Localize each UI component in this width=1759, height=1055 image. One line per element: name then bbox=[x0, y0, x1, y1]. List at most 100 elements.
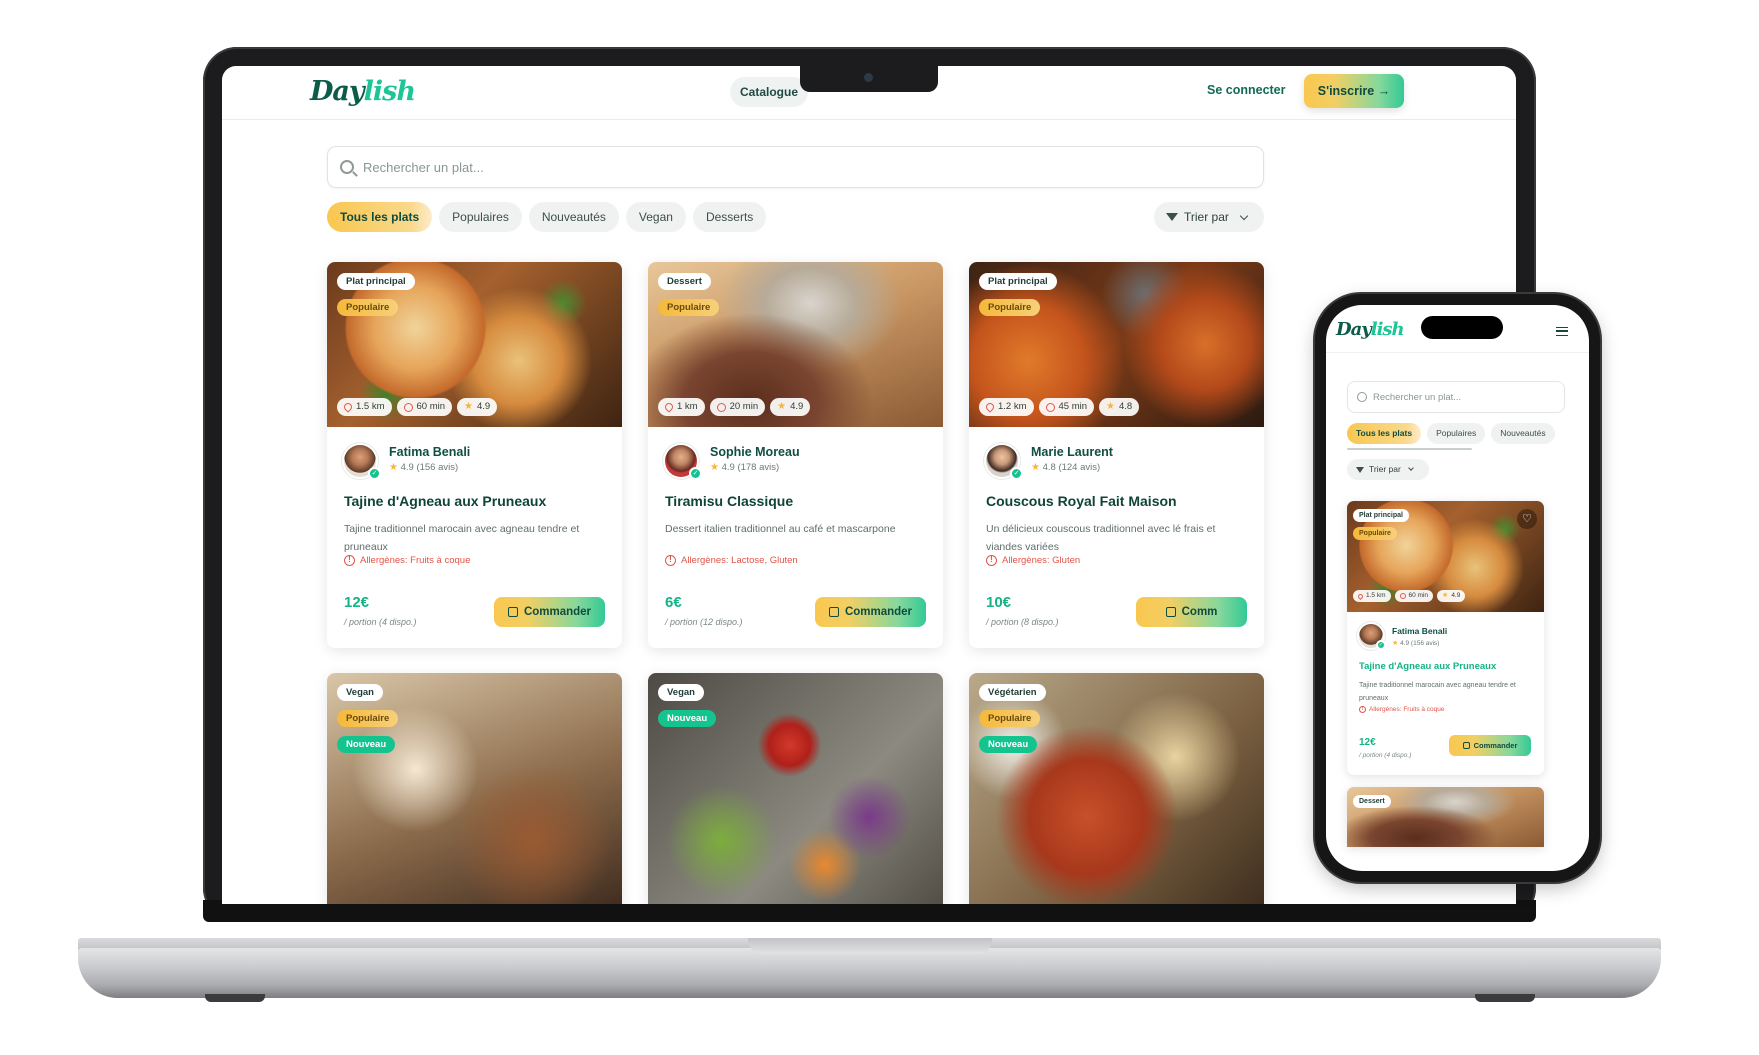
time-stat: 60 min bbox=[396, 398, 453, 416]
bag-icon bbox=[1165, 607, 1176, 617]
logo[interactable]: Daylish bbox=[310, 76, 416, 107]
logo-accent: lish bbox=[1370, 319, 1405, 340]
laptop-base bbox=[78, 948, 1661, 998]
new-badge: Nouveau bbox=[658, 710, 717, 727]
dish-image bbox=[969, 673, 1264, 904]
order-button[interactable]: Commander bbox=[815, 597, 926, 627]
portion-info: / portion (4 dispo.) bbox=[1359, 752, 1412, 759]
menu-icon[interactable] bbox=[1556, 327, 1568, 336]
nav-catalogue-link[interactable]: Catalogue bbox=[730, 77, 808, 107]
card-body: ✓ Marie Laurent ★ 4.8 (124 avis) Couscou… bbox=[969, 427, 1264, 648]
dish-title[interactable]: Tajine d'Agneau aux Pruneaux bbox=[1359, 661, 1496, 672]
dish-card[interactable]: Vegan Populaire Nouveau bbox=[327, 673, 622, 904]
search-input[interactable]: Rechercher un plat... bbox=[1347, 381, 1565, 413]
dish-card[interactable]: Dessert Populaire 1 km 20 min ★ 4.9 ✓ Sop… bbox=[648, 262, 943, 648]
search-placeholder: Rechercher un plat... bbox=[1373, 391, 1462, 403]
dish-card[interactable]: Plat principal Populaire 1.5 km 60 min ★… bbox=[327, 262, 622, 648]
rating-stat: ★ 4.9 bbox=[1437, 590, 1466, 602]
dish-card[interactable]: Végétarien Populaire Nouveau bbox=[969, 673, 1264, 904]
sort-dropdown[interactable]: Trier par bbox=[1154, 202, 1264, 232]
search-input[interactable]: Rechercher un plat... bbox=[327, 146, 1264, 188]
distance-value: 1.2 km bbox=[998, 401, 1027, 412]
filter-all[interactable]: Tous les plats bbox=[1347, 423, 1422, 444]
distance-value: 1.5 km bbox=[356, 401, 385, 412]
chips-scrollbar[interactable] bbox=[1347, 448, 1472, 450]
dish-title[interactable]: Tajine d'Agneau aux Pruneaux bbox=[344, 493, 546, 509]
star-icon: ★ bbox=[464, 401, 473, 412]
signup-button[interactable]: S'inscrire → bbox=[1304, 74, 1404, 108]
distance-stat: 1.5 km bbox=[1353, 590, 1391, 602]
dish-description: Dessert italien traditionnel au café et … bbox=[665, 523, 896, 535]
signup-label: S'inscrire bbox=[1317, 84, 1375, 98]
chef-rating-value: 4.9 (156 avis) bbox=[1400, 640, 1440, 647]
allergens-text: Allergènes: Lactose, Gluten bbox=[681, 555, 798, 566]
time-value: 60 min bbox=[1408, 592, 1429, 599]
dish-card[interactable]: Plat principal Populaire 1.2 km 45 min ★… bbox=[969, 262, 1264, 648]
location-icon bbox=[342, 401, 354, 413]
category-tag: Végétarien bbox=[979, 684, 1046, 701]
filter-icon bbox=[1166, 213, 1178, 221]
filter-new[interactable]: Nouveautés bbox=[528, 202, 619, 232]
order-label: Comm bbox=[1181, 606, 1218, 618]
dish-stats: 1 km 20 min ★ 4.9 bbox=[658, 398, 811, 416]
sort-dropdown[interactable]: Trier par bbox=[1347, 459, 1429, 480]
allergens: ! Allergènes: Lactose, Gluten bbox=[665, 555, 798, 566]
filter-new[interactable]: Nouveautés bbox=[1491, 423, 1555, 444]
device-mockup: Daylish Catalogue Se connecter S'inscrir… bbox=[0, 0, 1759, 1055]
order-button[interactable]: Commander bbox=[494, 597, 605, 627]
filter-all[interactable]: Tous les plats bbox=[327, 202, 433, 232]
chef-name[interactable]: Fatima Benali bbox=[389, 445, 470, 459]
allergens-text: Allergènes: Fruits à coque bbox=[1369, 706, 1445, 713]
chevron-down-icon bbox=[1239, 211, 1249, 220]
dish-description: Tajine traditionnel marocain avec agneau… bbox=[344, 523, 580, 553]
filter-desserts[interactable]: Desserts bbox=[692, 202, 767, 232]
star-icon: ★ bbox=[1031, 462, 1040, 473]
clock-icon bbox=[403, 402, 413, 412]
phone-screen: Daylish Rechercher un plat... Tous les p… bbox=[1326, 305, 1589, 871]
order-button[interactable]: Commander bbox=[1449, 735, 1531, 756]
laptop-foot bbox=[205, 994, 265, 1002]
popular-badge: Populaire bbox=[337, 710, 399, 727]
check-icon: ✓ bbox=[1376, 640, 1386, 650]
allergens-text: Allergènes: Fruits à coque bbox=[360, 555, 471, 566]
dish-title[interactable]: Tiramisu Classique bbox=[665, 493, 793, 509]
chef-rating: ★ 4.9 (178 avis) bbox=[710, 462, 779, 473]
logo[interactable]: Daylish bbox=[1336, 319, 1405, 340]
chef-name[interactable]: Sophie Moreau bbox=[710, 445, 800, 459]
chef-rating-value: 4.8 (124 avis) bbox=[1042, 462, 1101, 473]
star-icon: ★ bbox=[1106, 401, 1115, 412]
dish-card[interactable]: Vegan Nouveau bbox=[648, 673, 943, 904]
distance-stat: 1.5 km bbox=[337, 398, 392, 416]
chef-name[interactable]: Marie Laurent bbox=[1031, 445, 1113, 459]
filter-popular[interactable]: Populaires bbox=[439, 202, 522, 232]
logo-main: Day bbox=[310, 76, 365, 107]
chef-name[interactable]: Fatima Benali bbox=[1392, 626, 1447, 636]
time-value: 20 min bbox=[729, 401, 759, 412]
order-label: Commander bbox=[523, 606, 592, 618]
arrow-right-icon: → bbox=[1377, 84, 1391, 98]
filter-vegan[interactable]: Vegan bbox=[625, 202, 686, 232]
filter-popular[interactable]: Populaires bbox=[1427, 423, 1486, 444]
price: 12€ bbox=[1359, 737, 1376, 748]
dish-title[interactable]: Couscous Royal Fait Maison bbox=[986, 493, 1177, 509]
phone-frame: Daylish Rechercher un plat... Tous les p… bbox=[1315, 294, 1600, 882]
distance-stat: 1.2 km bbox=[979, 398, 1034, 416]
dish-description: Un délicieux couscous traditionnel avec … bbox=[986, 523, 1216, 553]
laptop-notch bbox=[800, 66, 938, 92]
clock-icon bbox=[1045, 402, 1055, 412]
chef-rating: ★ 4.9 (156 avis) bbox=[1392, 639, 1439, 647]
portion-info: / portion (4 dispo.) bbox=[344, 617, 417, 627]
dish-card[interactable]: Plat principal Populaire ♡ 1.5 km 60 min… bbox=[1347, 501, 1544, 775]
login-link[interactable]: Se connecter bbox=[1207, 83, 1286, 97]
order-label: Commander bbox=[844, 606, 913, 618]
portion-info: / portion (12 dispo.) bbox=[665, 617, 743, 627]
time-value: 45 min bbox=[1058, 401, 1088, 412]
allergens-text: Allergènes: Gluten bbox=[1002, 555, 1081, 566]
order-button[interactable]: Comm bbox=[1136, 597, 1247, 627]
dish-card[interactable]: Dessert bbox=[1347, 787, 1544, 847]
card-body: ✓ Sophie Moreau ★ 4.9 (178 avis) Tiramis… bbox=[648, 427, 943, 648]
chef-rating: ★ 4.9 (156 avis) bbox=[389, 462, 458, 473]
heart-icon[interactable]: ♡ bbox=[1517, 509, 1537, 529]
distance-value: 1.5 km bbox=[1366, 592, 1386, 599]
time-stat: 20 min bbox=[709, 398, 766, 416]
